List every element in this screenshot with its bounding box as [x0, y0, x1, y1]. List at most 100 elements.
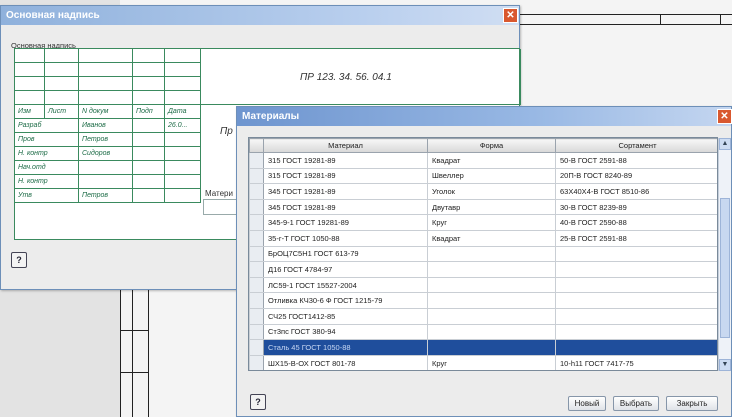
stamp-cell[interactable] — [79, 77, 133, 91]
cell-form[interactable]: Квадрат — [427, 152, 556, 169]
cell-sortament[interactable] — [555, 292, 717, 309]
materials-table[interactable]: Материал Форма Сортамент 315 ГОСТ 19281-… — [248, 137, 718, 371]
cell-material[interactable]: Сталь 45 ГОСТ 1050-88 — [263, 339, 428, 356]
stamp-date-cell[interactable] — [165, 161, 201, 175]
cell-form[interactable]: Круг — [427, 214, 556, 231]
stamp-date-cell[interactable] — [165, 189, 201, 203]
row-selector[interactable] — [249, 183, 264, 200]
stamp-name-cell[interactable] — [79, 161, 133, 175]
table-row[interactable]: 35-г-Т ГОСТ 1050-88 Квадрат 25-В ГОСТ 2591… — [249, 229, 717, 247]
table-row[interactable]: Сталь 45 ГОСТ 1050-88 — [249, 339, 717, 356]
stamp-sign-cell[interactable] — [133, 133, 165, 147]
scrollbar-thumb[interactable] — [720, 198, 730, 338]
cell-sortament[interactable]: 10-h11 ГОСТ 7417-75 — [555, 354, 717, 370]
cell-material[interactable]: ЛС59-1 ГОСТ 15527-2004 — [263, 276, 428, 294]
cell-form[interactable]: Двутавр — [427, 198, 556, 216]
close-button[interactable]: Закрыть — [666, 396, 718, 411]
chevron-up-icon[interactable]: ▲ — [719, 138, 731, 150]
stamp-date-cell[interactable] — [165, 133, 201, 147]
table-row[interactable]: 345 ГОСТ 19281-89 Двутавр 30-В ГОСТ 8239-8… — [249, 198, 717, 216]
table-row[interactable]: 345 ГОСТ 19281-89 Уголок 63Х40Х4-В ГОСТ 85… — [249, 183, 717, 200]
stamp-sign-cell[interactable] — [133, 175, 165, 189]
cell-material[interactable]: БрОЦ7С5Н1 ГОСТ 613-79 — [263, 245, 428, 263]
stamp-cell[interactable] — [165, 77, 201, 91]
stamp-cell[interactable] — [165, 91, 201, 105]
table-row[interactable]: СЧ25 ГОСТ1412-85 — [249, 307, 717, 325]
table-row[interactable]: ЛС59-1 ГОСТ 15527-2004 — [249, 276, 717, 294]
row-selector[interactable] — [249, 323, 264, 341]
cell-form[interactable]: Квадрат — [427, 229, 556, 247]
cell-material[interactable]: Отливка КЧ30-6 Ф ГОСТ 1215-79 — [263, 292, 428, 309]
cell-sortament[interactable] — [555, 261, 717, 278]
stamp-cell[interactable] — [15, 91, 45, 105]
row-selector[interactable] — [249, 229, 264, 247]
cell-sortament[interactable]: 30-В ГОСТ 8239-89 — [555, 198, 717, 216]
cell-sortament[interactable]: 20П-В ГОСТ 8240-89 — [555, 167, 717, 185]
stamp-sign-cell[interactable] — [133, 161, 165, 175]
document-name-field[interactable]: Пр — [220, 126, 233, 137]
cell-sortament[interactable] — [555, 339, 717, 356]
stamp-cell[interactable] — [133, 77, 165, 91]
cell-material[interactable]: 315 ГОСТ 19281-89 — [263, 167, 428, 185]
cell-form[interactable]: Уголок — [427, 183, 556, 200]
select-button[interactable]: Выбрать — [613, 396, 659, 411]
close-icon[interactable]: ✕ — [717, 109, 732, 124]
stamp-cell[interactable] — [133, 49, 165, 63]
stamp-cell[interactable] — [165, 49, 201, 63]
cell-material[interactable]: 345 ГОСТ 19281-89 — [263, 183, 428, 200]
cell-sortament[interactable] — [555, 245, 717, 263]
stamp-date-cell[interactable] — [165, 175, 201, 189]
cell-material[interactable]: Д16 ГОСТ 4784-97 — [263, 261, 428, 278]
table-row[interactable]: 345-9-1 ГОСТ 19281-89 Круг 40-В ГОСТ 2590-… — [249, 214, 717, 231]
stamp-cell[interactable] — [79, 63, 133, 77]
row-selector[interactable] — [249, 167, 264, 185]
row-selector[interactable] — [249, 214, 264, 231]
close-icon[interactable]: ✕ — [503, 8, 518, 23]
stamp-cell[interactable] — [45, 91, 79, 105]
row-selector[interactable] — [249, 292, 264, 309]
cell-sortament[interactable]: 25-В ГОСТ 2591-88 — [555, 229, 717, 247]
stamp-cell[interactable] — [79, 91, 133, 105]
stamp-cell[interactable] — [45, 77, 79, 91]
table-row[interactable]: ШХ15-В-ОХ ГОСТ 801-78 Круг 10-h11 ГОСТ 741… — [249, 354, 717, 370]
cell-form[interactable] — [427, 276, 556, 294]
cell-form[interactable] — [427, 323, 556, 341]
row-selector[interactable] — [249, 307, 264, 325]
row-selector[interactable] — [249, 354, 264, 370]
row-selector[interactable] — [249, 245, 264, 263]
cell-form[interactable]: Круг — [427, 354, 556, 370]
column-header-sortament[interactable]: Сортамент — [555, 138, 717, 153]
row-selector[interactable] — [249, 198, 264, 216]
stamp-cell[interactable] — [45, 63, 79, 77]
stamp-date-cell[interactable] — [165, 147, 201, 161]
column-header-material[interactable]: Материал — [263, 138, 428, 153]
cell-material[interactable]: 315 ГОСТ 19281-89 — [263, 152, 428, 169]
new-button[interactable]: Новый — [568, 396, 606, 411]
cell-material[interactable]: ШХ15-В-ОХ ГОСТ 801-78 — [263, 354, 428, 370]
cell-material[interactable]: Ст3пс ГОСТ 380-94 — [263, 323, 428, 341]
stamp-name-cell[interactable] — [79, 175, 133, 189]
cell-material[interactable]: 345 ГОСТ 19281-89 — [263, 198, 428, 216]
help-icon[interactable]: ? — [11, 252, 27, 268]
cell-material[interactable]: 345-9-1 ГОСТ 19281-89 — [263, 214, 428, 231]
table-row[interactable]: Отливка КЧ30-6 Ф ГОСТ 1215-79 — [249, 292, 717, 309]
table-row[interactable]: 315 ГОСТ 19281-89 Швеллер 20П-В ГОСТ 8240-… — [249, 167, 717, 185]
vertical-scrollbar[interactable]: ▲ ▼ — [718, 138, 731, 371]
stamp-cell[interactable] — [15, 49, 45, 63]
stamp-cell[interactable] — [15, 77, 45, 91]
help-icon[interactable]: ? — [250, 394, 266, 410]
table-row[interactable]: Ст3пс ГОСТ 380-94 — [249, 323, 717, 341]
stamp-cell[interactable] — [79, 49, 133, 63]
cell-form[interactable] — [427, 261, 556, 278]
cell-sortament[interactable] — [555, 276, 717, 294]
cell-form[interactable] — [427, 292, 556, 309]
stamp-sign-cell[interactable] — [133, 119, 165, 133]
cell-form[interactable]: Швеллер — [427, 167, 556, 185]
designation-field[interactable]: ПР 123. 34. 56. 04.1 — [300, 72, 392, 83]
stamp-cell[interactable] — [133, 91, 165, 105]
row-selector[interactable] — [249, 276, 264, 294]
stamp-sign-cell[interactable] — [133, 147, 165, 161]
row-selector[interactable] — [249, 339, 264, 356]
table-row[interactable]: Д16 ГОСТ 4784-97 — [249, 261, 717, 278]
cell-material[interactable]: СЧ25 ГОСТ1412-85 — [263, 307, 428, 325]
